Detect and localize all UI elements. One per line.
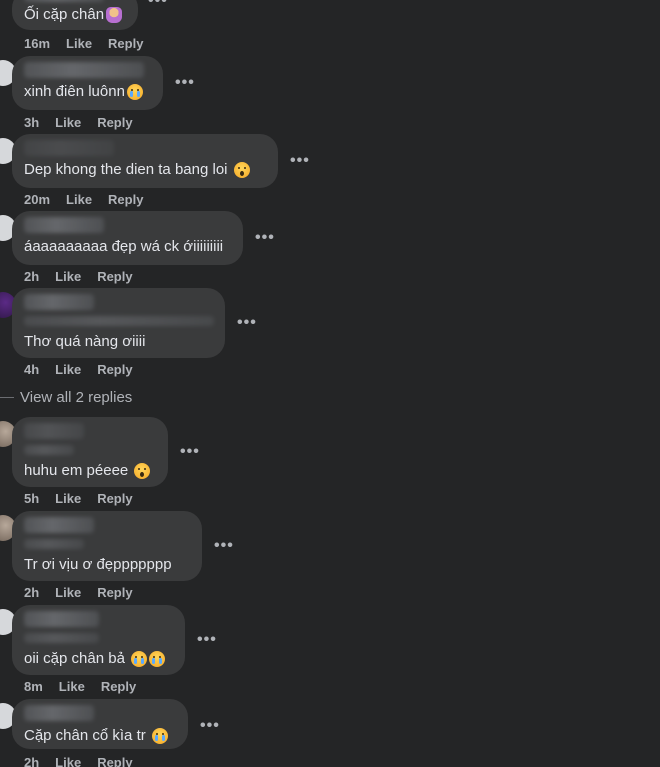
commenter-name[interactable] (24, 517, 94, 533)
like-button[interactable]: Like (55, 491, 81, 506)
comment-bubble: Tr ơi vịu ơ đẹppppppp (12, 511, 202, 581)
comment-bubble: Dep khong the dien ta bang loi (12, 134, 278, 188)
more-options-icon[interactable]: ••• (214, 538, 234, 554)
comment-bubble: Thơ quá nàng ơiiii (12, 288, 225, 358)
commenter-name[interactable] (24, 62, 144, 78)
comment-bubble: áaaaaaaaaa đẹp wá ck ớiiiiiiiii (12, 211, 243, 265)
commenter-name[interactable] (24, 0, 104, 2)
comment-item: huhu em péeee ••• 5h Like Reply (0, 417, 660, 509)
comment-text: áaaaaaaaaa đẹp wá ck ớiiiiiiiii (24, 238, 224, 255)
comment-time[interactable]: 2h (24, 755, 39, 767)
like-button[interactable]: Like (55, 585, 81, 600)
comment-item: Dep khong the dien ta bang loi ••• 20m L… (0, 134, 660, 210)
crying-face-emoji-icon (148, 650, 165, 667)
comment-text: Dep khong the dien ta bang loi (24, 161, 228, 178)
comment-bubble: huhu em péeee (12, 417, 168, 487)
comment-actions: 2h Like Reply (24, 585, 133, 600)
comment-time[interactable]: 8m (24, 679, 43, 694)
like-button[interactable]: Like (59, 679, 85, 694)
more-options-icon[interactable]: ••• (255, 230, 275, 246)
more-options-icon[interactable]: ••• (237, 315, 257, 331)
comment-time[interactable]: 3h (24, 115, 39, 130)
reply-button[interactable]: Reply (97, 269, 132, 284)
comment-time[interactable]: 4h (24, 362, 39, 377)
comment-item: Thơ quá nàng ơiiii ••• 4h Like Reply (0, 288, 660, 380)
reply-button[interactable]: Reply (97, 362, 132, 377)
comment-time[interactable]: 2h (24, 269, 39, 284)
view-replies-link[interactable]: View all 2 replies (0, 387, 132, 407)
reply-button[interactable]: Reply (108, 36, 143, 51)
like-button[interactable]: Like (55, 269, 81, 284)
commenter-badge (24, 539, 84, 549)
comment-text: xinh điên luônn (24, 83, 125, 100)
comment-actions: 8m Like Reply (24, 679, 136, 694)
more-options-icon[interactable]: ••• (175, 75, 195, 91)
comment-bubble: Ối cặp chân (12, 0, 138, 30)
like-button[interactable]: Like (55, 362, 81, 377)
comment-text: Ối cặp chân (24, 6, 105, 23)
comment-item: xinh điên luônn ••• 3h Like Reply (0, 56, 660, 132)
comment-time[interactable]: 5h (24, 491, 39, 506)
comment-item: Cặp chân cổ kìa tr ••• 2h Like Reply (0, 699, 660, 767)
comment-time[interactable]: 20m (24, 192, 50, 207)
reply-button[interactable]: Reply (97, 585, 132, 600)
comment-text: Tr ơi vịu ơ đẹppppppp (24, 556, 172, 573)
commenter-badge (24, 316, 214, 326)
reply-button[interactable]: Reply (108, 192, 143, 207)
comment-text: huhu em péeee (24, 462, 129, 479)
more-options-icon[interactable]: ••• (290, 153, 310, 169)
more-options-icon[interactable]: ••• (148, 0, 168, 9)
like-button[interactable]: Like (66, 192, 92, 207)
more-options-icon[interactable]: ••• (180, 444, 200, 460)
comment-text: Thơ quá nàng ơiiii (24, 333, 146, 350)
comment-actions: 2h Like Reply (24, 755, 133, 767)
view-replies-label: View all 2 replies (20, 388, 133, 406)
crying-face-emoji-icon (126, 83, 143, 100)
comment-bubble: Cặp chân cổ kìa tr (12, 699, 188, 749)
comment-time[interactable]: 2h (24, 585, 39, 600)
comment-text: Cặp chân cổ kìa tr (24, 727, 146, 744)
commenter-name[interactable] (24, 611, 99, 627)
commenter-name[interactable] (24, 705, 94, 721)
reply-button[interactable]: Reply (97, 755, 132, 767)
commenter-name[interactable] (24, 140, 114, 156)
comment-item: Ối cặp chân ••• 16m Like Reply (0, 0, 660, 51)
commenter-badge (24, 633, 99, 643)
comments-panel: Ối cặp chân ••• 16m Like Reply xinh điên… (0, 0, 660, 767)
comment-item: oii cặp chân bả ••• 8m Like Reply (0, 605, 660, 697)
pleading-face-emoji-icon (134, 462, 151, 479)
comment-actions: 3h Like Reply (24, 115, 133, 130)
comment-time[interactable]: 16m (24, 36, 50, 51)
reply-thread-line (0, 396, 14, 398)
commenter-name[interactable] (24, 294, 94, 310)
comment-actions: 5h Like Reply (24, 491, 133, 506)
like-button[interactable]: Like (55, 115, 81, 130)
reply-button[interactable]: Reply (101, 679, 136, 694)
comment-bubble: xinh điên luônn (12, 56, 163, 110)
comment-actions: 4h Like Reply (24, 362, 133, 377)
commenter-name[interactable] (24, 423, 84, 439)
more-options-icon[interactable]: ••• (200, 718, 220, 734)
comment-actions: 16m Like Reply (24, 36, 143, 51)
comment-bubble: oii cặp chân bả (12, 605, 185, 675)
comment-text: oii cặp chân bả (24, 650, 125, 667)
comment-actions: 20m Like Reply (24, 192, 143, 207)
more-options-icon[interactable]: ••• (197, 632, 217, 648)
commenter-badge (24, 445, 74, 455)
woman-gesture-emoji-icon (106, 6, 123, 23)
crying-face-emoji-icon (130, 650, 147, 667)
like-button[interactable]: Like (66, 36, 92, 51)
commenter-name[interactable] (24, 217, 104, 233)
comment-item: Tr ơi vịu ơ đẹppppppp ••• 2h Like Reply (0, 511, 660, 603)
comment-actions: 2h Like Reply (24, 269, 133, 284)
comment-item: áaaaaaaaaa đẹp wá ck ớiiiiiiiii ••• 2h L… (0, 211, 660, 287)
crying-face-emoji-icon (151, 727, 168, 744)
reply-button[interactable]: Reply (97, 491, 132, 506)
astonished-face-emoji-icon (233, 161, 250, 178)
like-button[interactable]: Like (55, 755, 81, 767)
reply-button[interactable]: Reply (97, 115, 132, 130)
